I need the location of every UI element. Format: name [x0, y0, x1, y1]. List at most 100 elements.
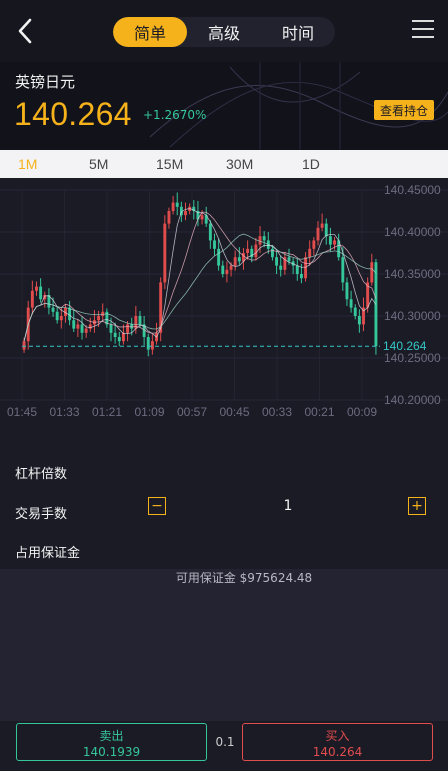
x-tick-label: 00:21	[304, 405, 334, 419]
margin-label: 占用保证金	[15, 546, 81, 561]
candle-body	[101, 311, 105, 316]
change-percent: +1.2670%	[143, 108, 207, 122]
buy-price: 140.264	[312, 745, 363, 759]
top-bar: 简单 高级 时间	[0, 0, 448, 62]
available-margin-text: 可用保证金 $975624.48	[175, 571, 313, 585]
candle-body	[55, 311, 59, 321]
candle-body	[246, 248, 250, 253]
y-tick-label: 140.30000	[384, 309, 441, 323]
tab-simple[interactable]: 简单	[113, 17, 187, 47]
candle-body	[357, 316, 361, 325]
candle-body	[333, 240, 336, 245]
candle-body	[353, 307, 357, 316]
candle-body	[312, 240, 316, 249]
y-tick-label: 140.35000	[384, 267, 441, 281]
candle-body	[117, 337, 121, 342]
back-button[interactable]	[12, 14, 38, 48]
candle-body	[171, 202, 175, 211]
candle-body	[299, 274, 303, 279]
candle-body	[349, 299, 353, 308]
candle-body	[279, 265, 283, 270]
trade-bar: 卖出 140.1939 0.1 买入 140.264	[0, 721, 448, 771]
candle-body	[84, 328, 88, 333]
mode-tabs: 简单 高级 时间	[113, 17, 335, 47]
candle-body	[126, 324, 130, 333]
period-tab-1d[interactable]: 1D	[302, 150, 320, 178]
order-params: 杠杆倍数 交易手数 − 1 + 占用保证金	[0, 448, 448, 570]
candle-body	[22, 341, 26, 350]
lots-label: 交易手数	[15, 507, 68, 522]
tab-advanced[interactable]: 高级	[187, 17, 261, 47]
y-tick-label: 140.40000	[384, 225, 441, 239]
candle-body	[80, 324, 84, 333]
candle-body	[345, 282, 349, 300]
candle-body	[76, 324, 80, 329]
candle-body	[30, 290, 34, 308]
candle-body	[370, 262, 374, 283]
candle-body	[175, 202, 179, 207]
lots-plus-button[interactable]: +	[408, 497, 426, 515]
moving-average-line	[23, 208, 377, 342]
spread-value: 0.1	[215, 735, 235, 749]
plus-icon: +	[411, 498, 423, 514]
x-tick-label: 01:21	[92, 405, 122, 419]
candle-body	[72, 320, 76, 329]
x-tick-label: 00:57	[177, 405, 207, 419]
y-tick-label: 140.20000	[384, 393, 441, 407]
candle-body	[200, 215, 204, 220]
x-tick-label: 01:33	[49, 405, 79, 419]
chevron-left-icon	[18, 18, 32, 44]
candle-body	[308, 248, 312, 258]
candle-body	[35, 286, 38, 291]
minus-icon: −	[151, 498, 163, 514]
candle-body	[328, 236, 332, 245]
candle-body	[97, 316, 101, 321]
candlestick-chart: 140.45000 140.40000 140.35000 140.30000 140.…	[0, 183, 448, 419]
x-tick-label: 00:33	[262, 405, 292, 419]
price-chart[interactable]: 140.45000 140.40000 140.35000 140.30000 140.…	[0, 178, 448, 426]
x-tick-label: 01:45	[7, 405, 37, 419]
x-tick-label: 00:45	[219, 405, 249, 419]
period-tab-1m[interactable]: 1M	[18, 150, 37, 178]
sell-label: 卖出	[99, 729, 124, 743]
period-tabs: 1M 5M 15M 30M 1D	[0, 150, 448, 178]
candle-body	[217, 248, 221, 266]
candle-body	[225, 269, 229, 274]
candle-body	[287, 257, 291, 262]
candle-body	[316, 227, 320, 241]
candle-body	[254, 244, 258, 258]
candle-body	[221, 265, 225, 274]
buy-button[interactable]: 买入 140.264	[242, 723, 433, 761]
period-tab-30m[interactable]: 30M	[226, 150, 253, 178]
candle-body	[39, 286, 43, 300]
sell-price: 140.1939	[82, 745, 141, 759]
current-price: 140.264	[14, 96, 132, 132]
menu-icon[interactable]	[412, 20, 434, 42]
candle-body	[146, 337, 150, 350]
sell-button[interactable]: 卖出 140.1939	[16, 723, 207, 761]
lots-value[interactable]: 1	[270, 498, 306, 514]
candle-body	[275, 257, 279, 266]
candle-body	[341, 257, 345, 283]
lots-minus-button[interactable]: −	[148, 497, 166, 515]
candle-body	[258, 236, 262, 245]
candle-body	[109, 324, 113, 333]
candle-body	[138, 316, 142, 325]
tab-time[interactable]: 时间	[261, 17, 335, 47]
quote-panel: 英镑日元 140.264 +1.2670% 查看持仓	[0, 62, 448, 150]
symbol-name: 英镑日元	[15, 73, 76, 91]
candle-body	[208, 223, 212, 241]
period-tab-15m[interactable]: 15M	[156, 150, 183, 178]
candle-body	[213, 240, 216, 249]
candle-body	[184, 211, 187, 216]
candle-body	[167, 211, 171, 224]
candle-body	[237, 257, 241, 262]
x-tick-label: 01:09	[134, 405, 164, 419]
candle-body	[320, 223, 324, 228]
available-margin-panel: 可用保证金 $975624.48	[0, 569, 448, 721]
candle-body	[229, 265, 233, 270]
x-tick-label: 00:09	[347, 405, 377, 419]
period-tab-5m[interactable]: 5M	[89, 150, 108, 178]
view-positions-button[interactable]: 查看持仓	[374, 100, 434, 120]
candle-body	[51, 307, 55, 312]
